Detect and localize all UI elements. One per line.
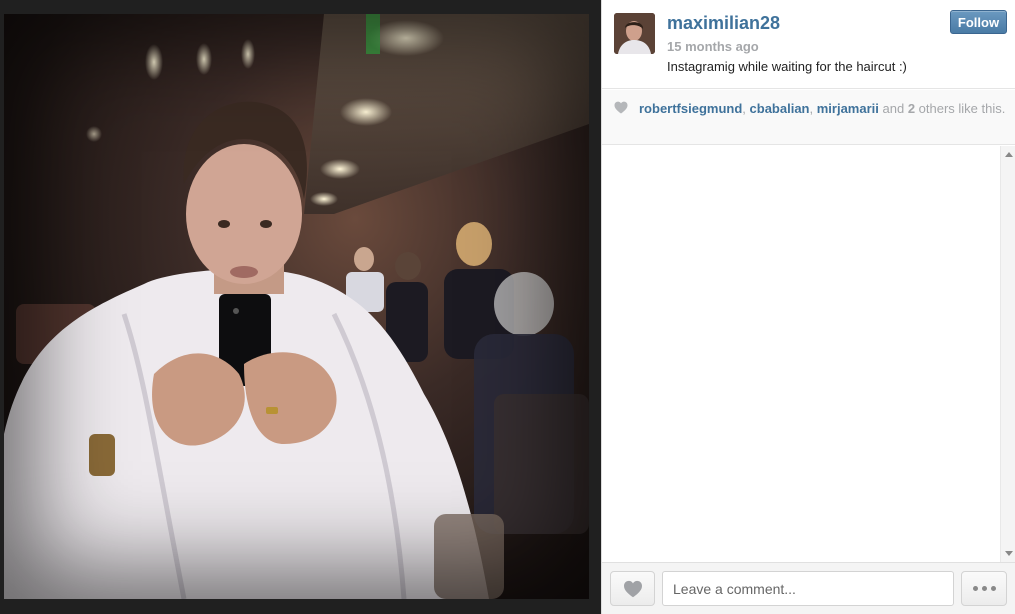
- ellipsis-icon: [972, 586, 978, 591]
- liker-link[interactable]: mirjamarii: [817, 101, 879, 116]
- username-link[interactable]: maximilian28: [667, 13, 780, 34]
- likes-section: robertfsiegmund, cbabalian, mirjamarii a…: [602, 90, 1015, 145]
- comments-scrollbar[interactable]: [1000, 146, 1015, 562]
- post-caption: Instagramig while waiting for the haircu…: [667, 59, 907, 74]
- photo-pane: [0, 0, 601, 614]
- more-options-button[interactable]: [961, 571, 1007, 606]
- follow-button[interactable]: Follow: [950, 10, 1007, 34]
- likes-separator: ,: [742, 101, 750, 116]
- comment-input[interactable]: [662, 571, 954, 606]
- post-timestamp: 15 months ago: [667, 39, 759, 54]
- liker-link[interactable]: robertfsiegmund: [639, 101, 742, 116]
- likes-others-text: others like this.: [915, 101, 1006, 116]
- likes-text: robertfsiegmund, cbabalian, mirjamarii a…: [639, 100, 1007, 117]
- avatar[interactable]: [614, 13, 655, 54]
- scroll-up-arrow-icon[interactable]: [1005, 152, 1013, 157]
- avatar-image: [614, 13, 655, 54]
- post-sidebar: maximilian28 15 months ago Instagramig w…: [601, 0, 1015, 614]
- photo-illustration: [4, 14, 589, 599]
- post-photo[interactable]: [4, 14, 589, 599]
- ellipsis-icon: [990, 586, 996, 591]
- post-header: maximilian28 15 months ago Instagramig w…: [602, 0, 1015, 89]
- scroll-down-arrow-icon[interactable]: [1005, 551, 1013, 556]
- heart-icon: [614, 101, 628, 114]
- heart-icon: [623, 580, 642, 597]
- ellipsis-icon: [981, 586, 987, 591]
- like-button[interactable]: [610, 571, 655, 606]
- comment-footer: [602, 562, 1015, 614]
- others-count[interactable]: 2: [908, 101, 915, 116]
- likes-separator: ,: [809, 101, 817, 116]
- likes-and: and: [878, 101, 908, 116]
- liker-link[interactable]: cbabalian: [750, 101, 810, 116]
- comments-area: [602, 146, 1015, 562]
